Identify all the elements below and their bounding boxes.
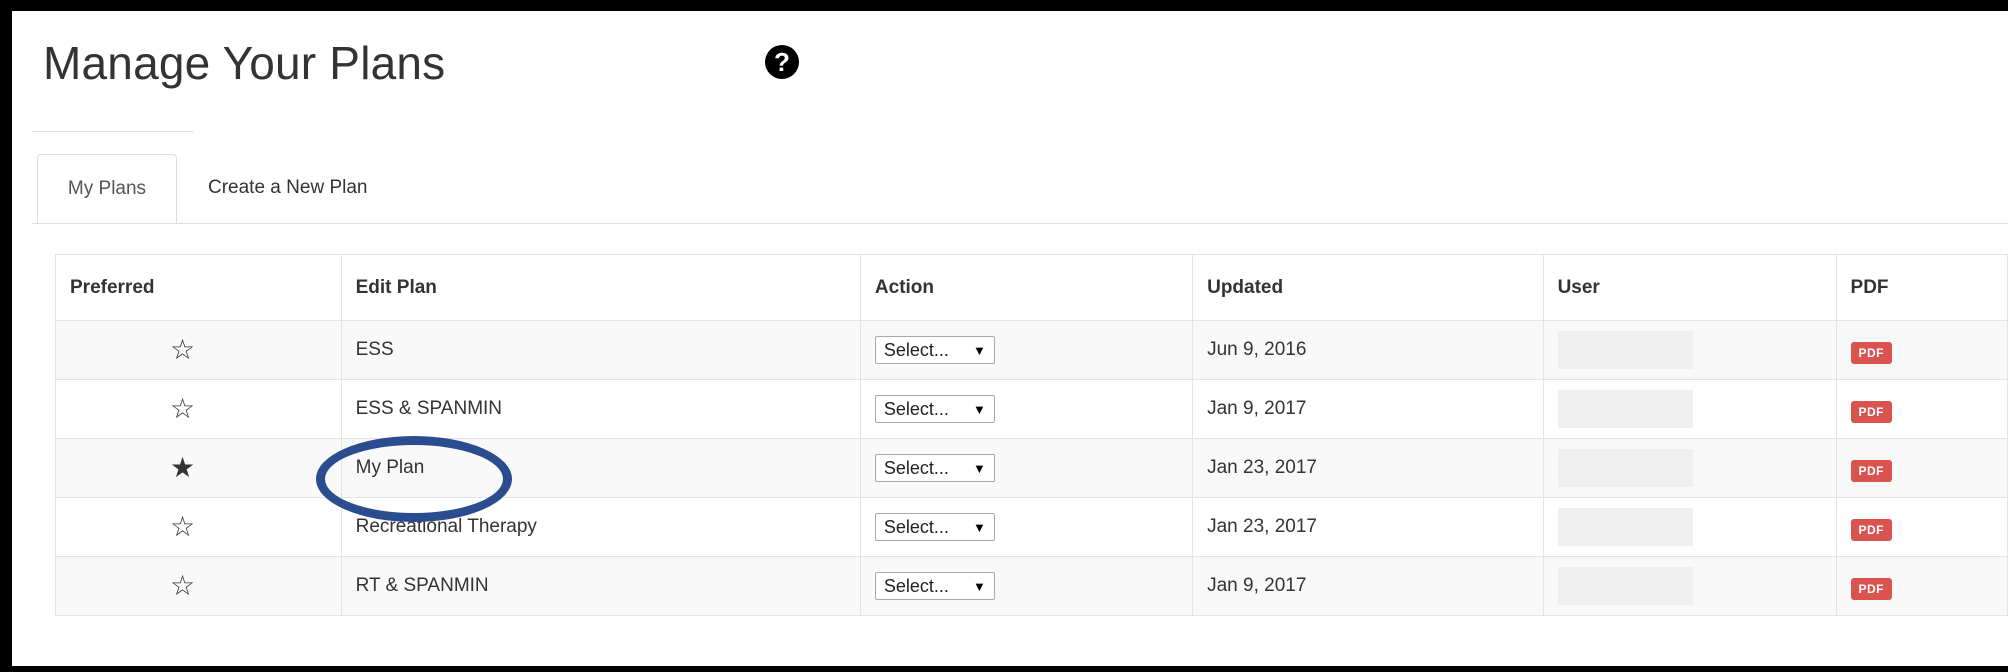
updated-date: Jan 9, 2017 (1192, 556, 1544, 616)
updated-date: Jun 9, 2016 (1192, 320, 1544, 380)
user-cell (1542, 320, 1837, 380)
tab-create-new-plan[interactable]: Create a New Plan (208, 154, 367, 224)
action-select-value: Select... (883, 339, 949, 360)
pdf-icon[interactable]: PDF (1850, 460, 1893, 482)
updated-date: Jan 23, 2017 (1192, 438, 1544, 498)
table-row: ★ My Plan Select... ▼ Jan 23, 2017 PDF (55, 438, 2008, 498)
chevron-down-icon: ▼ (973, 519, 986, 535)
action-select[interactable]: Select... ▼ (874, 395, 995, 423)
action-cell: Select... ▼ (859, 379, 1194, 439)
preferred-cell: ☆ (55, 379, 342, 439)
plan-name-link[interactable]: Recreational Therapy (340, 497, 861, 557)
chevron-down-icon: ▼ (973, 460, 986, 476)
user-redacted (1557, 567, 1693, 605)
star-filled-icon[interactable]: ★ (170, 453, 195, 482)
table-row: ☆ Recreational Therapy Select... ▼ Jan 2… (55, 497, 2008, 557)
preferred-cell: ☆ (55, 320, 342, 380)
pdf-cell: PDF (1835, 320, 2008, 380)
user-redacted (1557, 331, 1693, 369)
plan-name-link[interactable]: My Plan (340, 438, 861, 498)
header-preferred: Preferred (55, 254, 342, 321)
table-row: ☆ RT & SPANMIN Select... ▼ Jan 9, 2017 P… (55, 556, 2008, 616)
user-cell (1542, 556, 1837, 616)
header-pdf: PDF (1835, 254, 2008, 321)
tab-my-plans[interactable]: My Plans (37, 154, 177, 224)
plan-name-link[interactable]: RT & SPANMIN (340, 556, 861, 616)
page-canvas: Manage Your Plans ? My Plans Create a Ne… (12, 11, 2008, 666)
user-redacted (1557, 449, 1693, 487)
action-cell: Select... ▼ (859, 320, 1194, 380)
star-outline-icon[interactable]: ☆ (170, 335, 195, 364)
updated-date: Jan 23, 2017 (1192, 497, 1544, 557)
user-cell (1542, 379, 1837, 439)
preferred-cell: ★ (55, 438, 342, 498)
user-redacted (1557, 390, 1693, 428)
header-edit-plan: Edit Plan (340, 254, 861, 321)
user-cell (1542, 438, 1837, 498)
tabs-baseline (32, 223, 2008, 224)
table-row: ☆ ESS & SPANMIN Select... ▼ Jan 9, 2017 … (55, 379, 2008, 439)
star-outline-icon[interactable]: ☆ (170, 512, 195, 541)
plans-table: Preferred Edit Plan Action Updated User … (55, 254, 2008, 616)
action-select[interactable]: Select... ▼ (874, 454, 995, 482)
pdf-cell: PDF (1835, 379, 2008, 439)
table-header-row: Preferred Edit Plan Action Updated User … (55, 254, 2008, 321)
header-updated: Updated (1192, 254, 1544, 321)
chevron-down-icon: ▼ (973, 578, 986, 594)
chevron-down-icon: ▼ (973, 401, 986, 417)
action-cell: Select... ▼ (859, 556, 1194, 616)
preferred-cell: ☆ (55, 497, 342, 557)
action-cell: Select... ▼ (859, 497, 1194, 557)
pdf-icon[interactable]: PDF (1850, 519, 1893, 541)
question-circle-icon[interactable]: ? (765, 45, 799, 79)
pdf-cell: PDF (1835, 497, 2008, 557)
plan-name-link[interactable]: ESS (340, 320, 861, 380)
user-cell (1542, 497, 1837, 557)
action-select-value: Select... (883, 398, 949, 419)
pdf-cell: PDF (1835, 438, 2008, 498)
pdf-icon[interactable]: PDF (1850, 342, 1893, 364)
action-select[interactable]: Select... ▼ (874, 572, 995, 600)
action-select-value: Select... (883, 575, 949, 596)
preferred-cell: ☆ (55, 556, 342, 616)
pdf-icon[interactable]: PDF (1850, 401, 1893, 423)
action-select[interactable]: Select... ▼ (874, 336, 995, 364)
action-select-value: Select... (883, 516, 949, 537)
header-action: Action (859, 254, 1194, 321)
star-outline-icon[interactable]: ☆ (170, 394, 195, 423)
header-divider (32, 131, 194, 132)
pdf-cell: PDF (1835, 556, 2008, 616)
pdf-icon[interactable]: PDF (1850, 578, 1893, 600)
action-cell: Select... ▼ (859, 438, 1194, 498)
action-select[interactable]: Select... ▼ (874, 513, 995, 541)
table-row: ☆ ESS Select... ▼ Jun 9, 2016 PDF (55, 320, 2008, 380)
user-redacted (1557, 508, 1693, 546)
chevron-down-icon: ▼ (973, 342, 986, 358)
plan-name-link[interactable]: ESS & SPANMIN (340, 379, 861, 439)
header-user: User (1542, 254, 1837, 321)
screenshot-frame: Manage Your Plans ? My Plans Create a Ne… (0, 0, 2008, 672)
star-outline-icon[interactable]: ☆ (170, 571, 195, 600)
updated-date: Jan 9, 2017 (1192, 379, 1544, 439)
page-title: Manage Your Plans (43, 37, 446, 89)
action-select-value: Select... (883, 457, 949, 478)
